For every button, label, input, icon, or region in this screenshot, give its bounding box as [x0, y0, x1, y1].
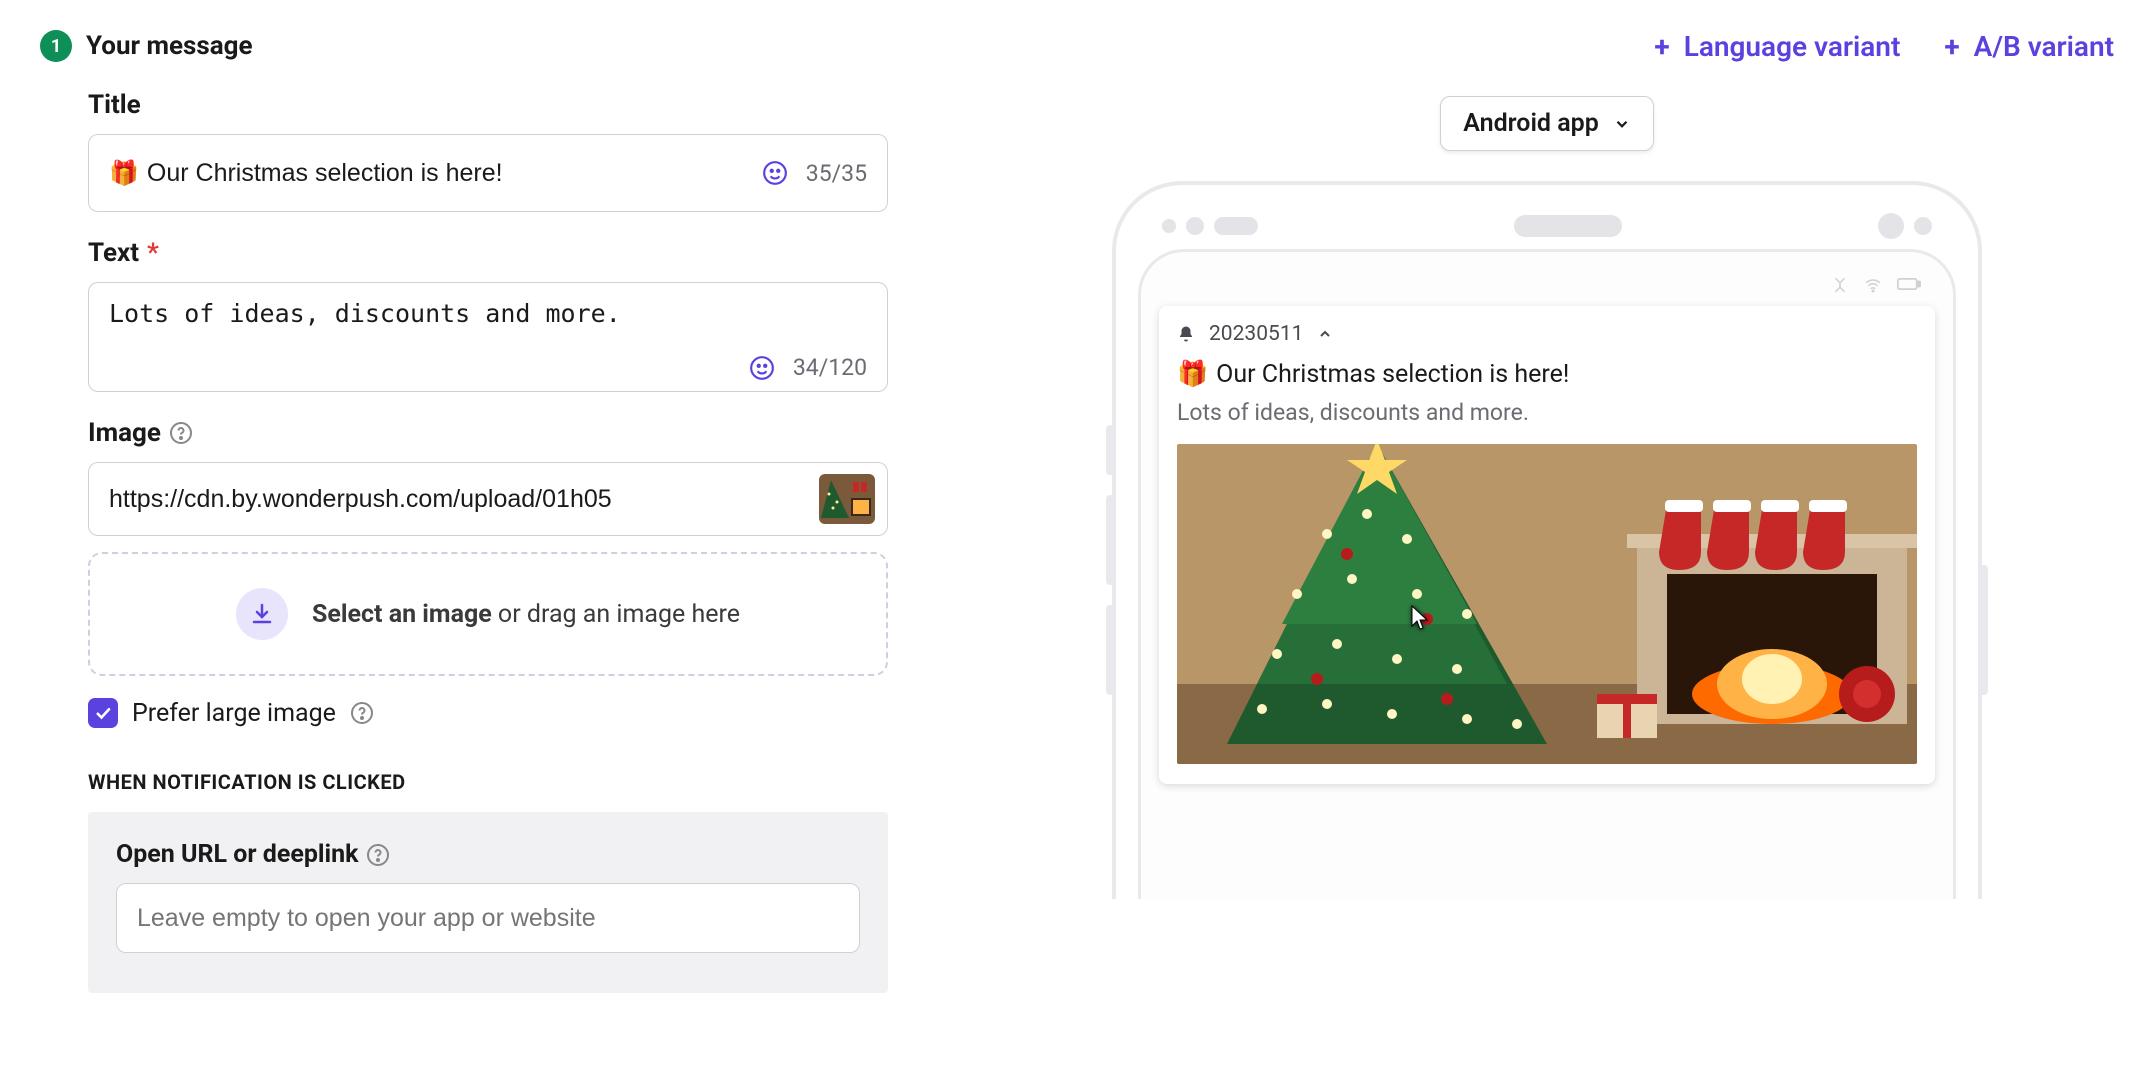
phone-speaker-row [1138, 207, 1956, 249]
image-url-input-wrap[interactable] [88, 462, 888, 536]
section-title: Your message [86, 31, 253, 61]
click-action-panel: Open URL or deeplink [88, 812, 888, 993]
device-select[interactable]: Android app [1440, 96, 1654, 151]
chevron-up-icon [1317, 326, 1333, 342]
emoji-picker-button[interactable] [749, 355, 775, 381]
text-char-count: 34/120 [793, 354, 867, 381]
required-marker: * [147, 238, 159, 268]
notification-card: 20230511 🎁 Our Christmas selection is he… [1159, 306, 1935, 784]
text-input[interactable] [109, 299, 867, 354]
plus-icon: + [1944, 33, 1959, 61]
text-label: Text* [88, 238, 888, 268]
url-input-wrap[interactable] [116, 883, 860, 953]
bell-icon [1177, 325, 1195, 343]
notification-title: Our Christmas selection is here! [1216, 360, 1569, 389]
plus-icon: + [1654, 33, 1669, 61]
notification-image [1177, 444, 1917, 764]
url-label: Open URL or deeplink [116, 840, 358, 869]
notification-text: Lots of ideas, discounts and more. [1177, 399, 1917, 426]
phone-frame: 20230511 🎁 Our Christmas selection is he… [1112, 181, 1982, 899]
phone-screen: 20230511 🎁 Our Christmas selection is he… [1138, 249, 1956, 899]
status-bar [1159, 270, 1935, 306]
prefer-large-label: Prefer large image [132, 699, 336, 728]
help-icon[interactable] [169, 421, 193, 445]
gift-icon: 🎁 [109, 159, 139, 187]
ab-variant-button[interactable]: + A/B variant [1944, 30, 2114, 63]
dropzone-text: Select an image or drag an image here [312, 600, 740, 629]
upload-icon [236, 588, 288, 640]
step-badge: 1 [40, 30, 72, 62]
gift-icon: 🎁 [1177, 360, 1208, 389]
cursor-icon [1407, 604, 1431, 632]
text-input-wrap[interactable]: 34/120 [88, 282, 888, 392]
emoji-picker-button[interactable] [762, 160, 788, 186]
prefer-large-checkbox[interactable] [88, 698, 118, 728]
language-variant-button[interactable]: + Language variant [1654, 30, 1900, 63]
image-url-input[interactable] [109, 485, 809, 514]
help-icon[interactable] [350, 701, 374, 725]
help-icon[interactable] [366, 843, 390, 867]
image-dropzone[interactable]: Select an image or drag an image here [88, 552, 888, 676]
title-input-wrap[interactable]: 🎁 35/35 [88, 134, 888, 212]
title-label: Title [88, 90, 888, 120]
notification-app-name: 20230511 [1209, 322, 1303, 346]
title-char-count: 35/35 [806, 160, 867, 187]
title-input[interactable] [147, 159, 762, 188]
image-label: Image [88, 418, 888, 448]
chevron-down-icon [1613, 115, 1631, 133]
image-thumbnail [819, 474, 875, 524]
click-action-heading: WHEN NOTIFICATION IS CLICKED [88, 770, 888, 794]
url-input[interactable] [137, 904, 839, 933]
